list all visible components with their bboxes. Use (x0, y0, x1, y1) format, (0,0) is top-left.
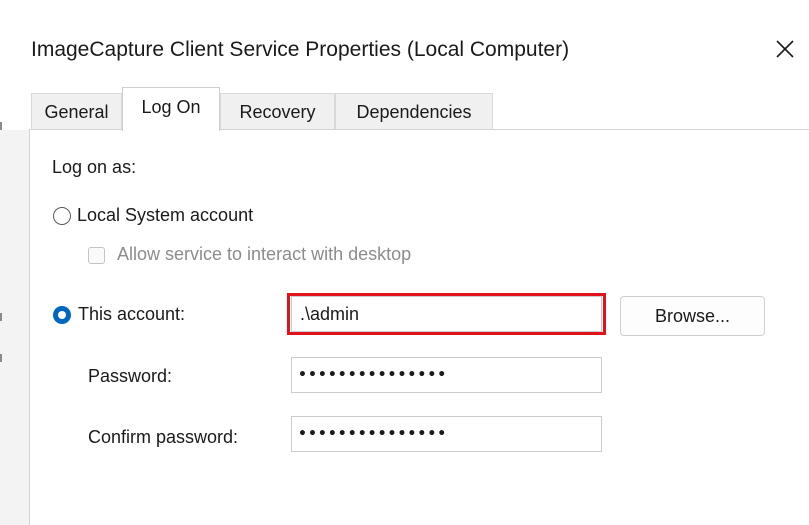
log-on-as-heading: Log on as: (52, 157, 137, 177)
confirm-password-label: Confirm password: (88, 427, 239, 447)
local-system-label[interactable]: Local System account (77, 205, 253, 226)
password-label: Password: (88, 366, 173, 386)
account-input[interactable]: .\admin (291, 296, 602, 332)
interact-desktop-label: Allow service to interact with desktop (117, 244, 412, 264)
interact-desktop-checkbox[interactable] (88, 247, 105, 264)
this-account-label[interactable]: This account: (78, 304, 185, 325)
confirm-password-input[interactable]: ••••••••••••••• (291, 416, 602, 452)
password-input[interactable]: ••••••••••••••• (291, 357, 602, 393)
this-account-radio[interactable] (53, 306, 71, 324)
browse-button[interactable]: Browse... (620, 296, 765, 336)
service-properties-dialog: ImageCapture Client Service Properties (… (0, 0, 809, 525)
local-system-radio[interactable] (53, 207, 71, 225)
